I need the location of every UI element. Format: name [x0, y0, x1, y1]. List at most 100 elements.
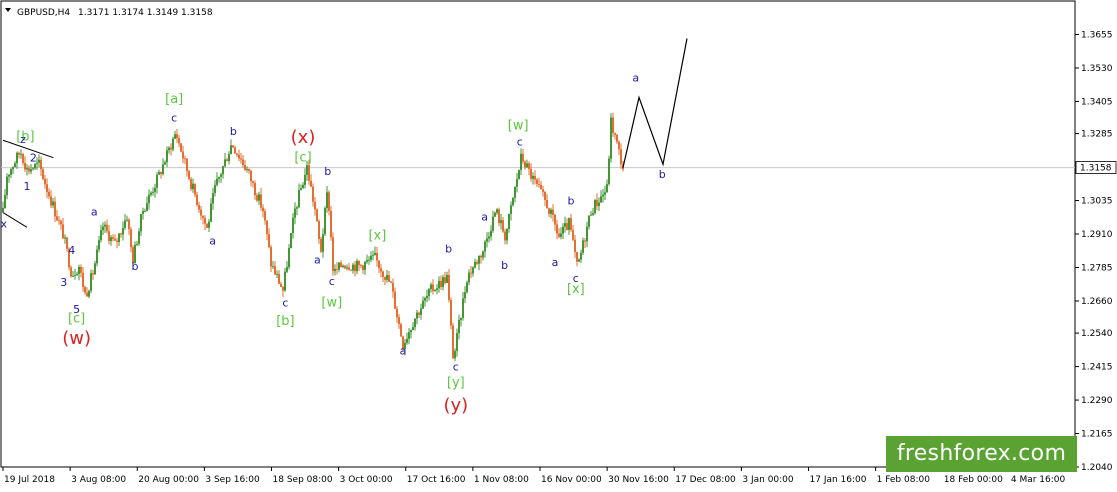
candle-body — [78, 267, 80, 274]
candle-body — [182, 151, 184, 159]
candle-body — [126, 219, 128, 221]
candle-body — [100, 230, 102, 241]
candle-body — [486, 238, 488, 242]
candle-body — [558, 233, 560, 237]
candle-body — [170, 147, 172, 150]
candle-body — [582, 240, 584, 253]
candle-body — [504, 231, 506, 241]
x-tick-label: 1 Nov 08:00 — [474, 475, 529, 485]
candle-body — [30, 169, 32, 172]
candle-body — [524, 161, 526, 168]
candle-body — [588, 215, 590, 227]
candle-body — [130, 229, 132, 248]
candle-body — [296, 207, 298, 209]
candle-body — [238, 154, 240, 159]
candle-body — [102, 226, 104, 231]
y-tick-label: 1.2040 — [1081, 463, 1113, 473]
candle-body — [422, 300, 424, 309]
candle-body — [380, 268, 382, 272]
wave-label-intermediate: [w] — [508, 119, 529, 134]
candle-body — [184, 158, 186, 160]
candle-body — [350, 269, 352, 271]
candle-body — [234, 147, 236, 154]
y-tick-label: 1.2290 — [1081, 396, 1113, 406]
candle-body — [160, 172, 162, 175]
wave-label-minor: c — [329, 275, 335, 288]
header-symbol: GBPUSD,H4 — [17, 8, 70, 18]
candle-body — [174, 134, 176, 139]
candle-body — [572, 229, 574, 240]
x-tick-label: 17 Jan 16:00 — [810, 475, 867, 485]
candle-body — [592, 213, 594, 215]
candle-body — [8, 174, 10, 177]
candle-body — [540, 184, 542, 190]
candle-body — [202, 215, 204, 218]
candle-body — [22, 153, 24, 163]
candle-body — [556, 224, 558, 234]
x-tick-label: 19 Jul 2018 — [4, 475, 55, 485]
x-tick-label: 20 Aug 00:00 — [138, 475, 199, 485]
wave-label-minor: z — [20, 133, 26, 146]
candle-body — [372, 255, 374, 256]
candle-body — [80, 267, 82, 273]
candle-body — [110, 237, 112, 242]
candle-body — [116, 240, 118, 242]
candle-body — [618, 141, 620, 150]
candle-body — [172, 138, 174, 150]
candle-body — [140, 213, 142, 232]
candle-body — [98, 240, 100, 250]
candle-body — [24, 162, 26, 170]
watermark-logo: freshforex.com — [886, 436, 1077, 472]
candle-body — [58, 220, 60, 222]
candle-body — [342, 265, 344, 268]
candle-body — [270, 247, 272, 267]
y-tick-label: 1.3655 — [1081, 30, 1113, 40]
candle-body — [570, 218, 572, 230]
candle-body — [16, 152, 18, 164]
candle-body — [136, 243, 138, 245]
candle-body — [522, 153, 524, 162]
candle-body — [470, 272, 472, 274]
candle-body — [450, 300, 452, 326]
candle-body — [460, 317, 462, 320]
candle-body — [38, 159, 40, 163]
candle-body — [478, 255, 480, 264]
price-chart: 1.3158 x[b]z21435[c](w)ab[a]cab (x)[c]c[b… — [0, 0, 1117, 492]
candle-body — [542, 189, 544, 192]
wave-label-intermediate: [w] — [321, 295, 342, 310]
candle-body — [272, 266, 274, 268]
candle-body — [564, 223, 566, 227]
wave-label-intermediate: [c] — [68, 311, 85, 326]
candle-body — [616, 134, 618, 142]
candle-body — [394, 291, 396, 309]
candle-body — [510, 205, 512, 214]
candle-body — [128, 219, 130, 230]
candle-body — [398, 317, 400, 325]
wave-label-minor: b — [324, 165, 331, 178]
chart-header: GBPUSD,H4 1.3171 1.3174 1.3149 1.3158 — [5, 8, 213, 18]
header-ohlc: 1.3171 1.3174 1.3149 1.3158 — [78, 8, 213, 18]
candle-body — [332, 237, 334, 272]
candle-body — [324, 208, 326, 235]
candle-body — [468, 272, 470, 283]
wave-label-minor: 4 — [68, 244, 75, 257]
candle-body — [386, 275, 388, 280]
candle-body — [84, 287, 86, 293]
candle-body — [52, 201, 54, 206]
candle-body — [248, 168, 250, 171]
y-tick-label: 1.2540 — [1081, 329, 1113, 339]
candle-body — [316, 209, 318, 222]
candle-body — [406, 338, 408, 343]
candle-body — [90, 273, 92, 291]
candle-body — [444, 277, 446, 283]
candle-body — [120, 233, 122, 235]
candle-body — [382, 271, 384, 277]
candle-body — [232, 145, 234, 148]
candle-body — [198, 204, 200, 210]
candle-body — [94, 263, 96, 275]
wave-label-intermediate: [x] — [368, 228, 386, 243]
candle-body — [458, 319, 460, 334]
candle-body — [436, 288, 438, 291]
candle-body — [188, 171, 190, 179]
candle-body — [290, 233, 292, 248]
